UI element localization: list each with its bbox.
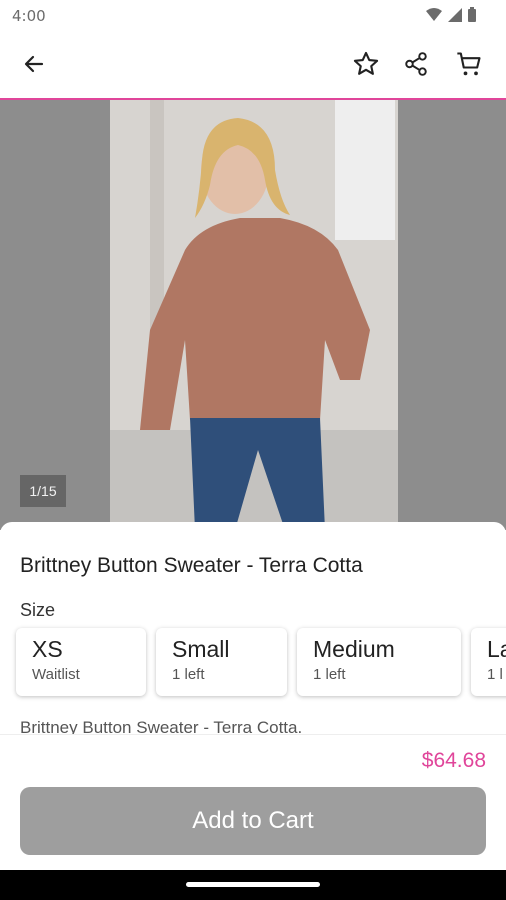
product-title: Brittney Button Sweater - Terra Cotta [20,554,363,577]
size-option-xs[interactable]: XS Waitlist [16,628,146,696]
product-image-gallery[interactable]: 1/15 [0,100,506,530]
product-details-sheet: Brittney Button Sweater - Terra Cotta Si… [0,522,506,734]
image-counter: 1/15 [20,475,66,507]
size-option-medium[interactable]: Medium 1 left [297,628,461,696]
favorite-button[interactable] [348,48,384,84]
purchase-footer: $64.68 Add to Cart [0,734,506,870]
star-outline-icon [352,50,380,83]
size-status: 1 l [487,666,503,683]
product-description: Brittney Button Sweater - Terra Cotta. [20,718,303,734]
product-price: $64.68 [421,749,486,772]
size-name: La [487,636,506,662]
size-options: XS Waitlist Small 1 left Medium 1 left L… [16,628,506,696]
size-status: 1 left [172,666,205,683]
share-button[interactable] [398,48,434,84]
home-indicator[interactable] [186,882,320,887]
battery-icon [468,7,476,27]
size-status: 1 left [313,666,346,683]
share-icon [403,51,429,82]
status-icons [426,7,476,27]
status-bar: 4:00 [0,0,506,32]
size-name: XS [32,636,63,662]
size-name: Medium [313,636,395,662]
add-to-cart-button[interactable]: Add to Cart [20,787,486,855]
arrow-left-icon [22,52,46,81]
cart-icon [455,50,483,83]
signal-icon [448,7,462,27]
back-button[interactable] [16,48,52,84]
size-status: Waitlist [32,666,80,683]
wifi-icon [426,7,442,27]
size-name: Small [172,636,230,662]
app-bar [0,32,506,100]
size-option-large[interactable]: La 1 l [471,628,506,696]
cart-button[interactable] [451,48,487,84]
system-navigation-bar [0,870,506,900]
size-option-small[interactable]: Small 1 left [156,628,287,696]
product-photo [110,100,398,530]
status-time: 4:00 [12,7,46,25]
size-label: Size [20,600,56,620]
